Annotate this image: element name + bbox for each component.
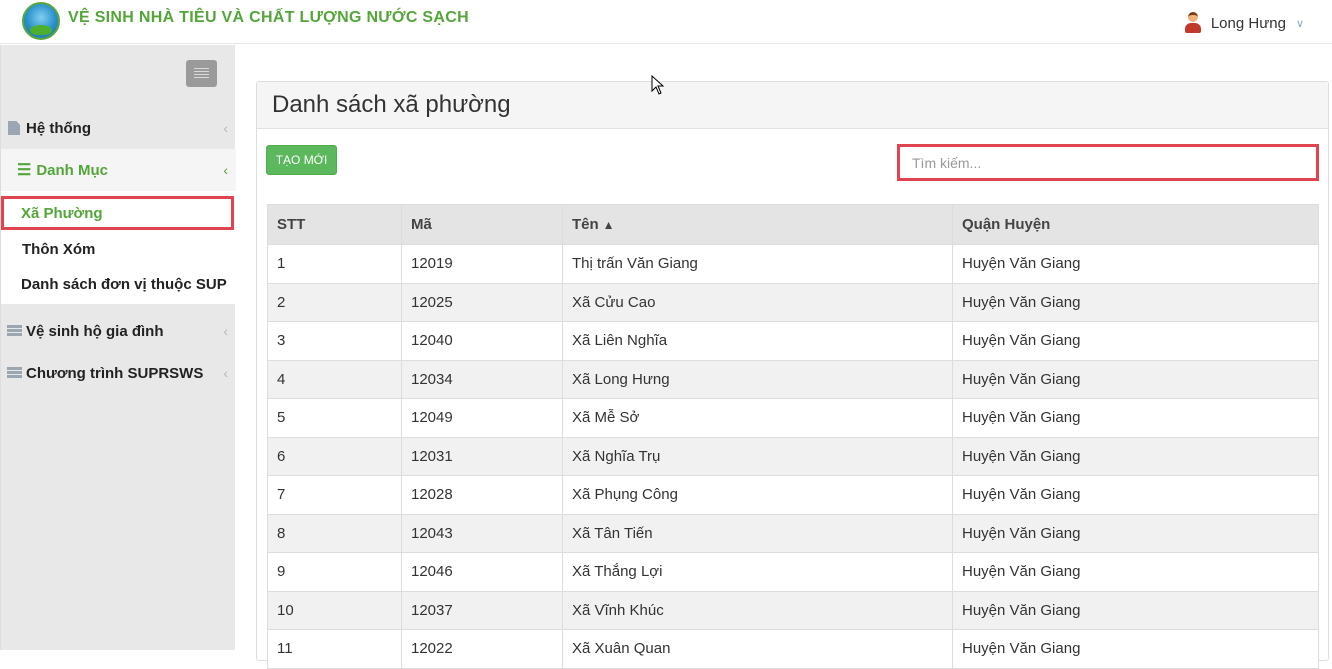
cell-quan-huyen: Huyện Văn Giang bbox=[952, 475, 1319, 515]
cell-ten: Xã Thắng Lợi bbox=[562, 552, 953, 592]
submenu-item-xa-phuong[interactable]: Xã Phường bbox=[1, 196, 234, 230]
app-title[interactable]: VỆ SINH NHÀ TIÊU VÀ CHẤT LƯỢNG NƯỚC SẠCH bbox=[68, 9, 469, 27]
cell-stt: 1 bbox=[267, 244, 402, 284]
sidebar-item-he-thong[interactable]: Hệ thống ‹ bbox=[1, 108, 236, 148]
cell-ten: Xã Xuân Quan bbox=[562, 629, 953, 669]
submenu-item-thon-xom[interactable]: Thôn Xóm bbox=[1, 232, 236, 266]
ward-table: STT Mã Tên ▲ Quận Huyện 1 12019 Thị trấn Vă… bbox=[267, 204, 1319, 669]
cell-ten: Xã Vĩnh Khúc bbox=[562, 590, 953, 630]
cell-ma: 12043 bbox=[401, 513, 563, 553]
submenu-item-don-vi-sup[interactable]: Danh sách đơn vị thuộc SUP bbox=[1, 267, 236, 301]
column-header-ten[interactable]: Tên ▲ bbox=[562, 204, 953, 245]
cell-ten: Xã Tân Tiến bbox=[562, 513, 953, 553]
server-icon bbox=[7, 367, 22, 379]
cell-ma: 12046 bbox=[401, 552, 563, 592]
panel-header: Danh sách xã phường bbox=[257, 82, 1328, 129]
cell-quan-huyen: Huyện Văn Giang bbox=[952, 321, 1319, 361]
cell-stt: 3 bbox=[267, 321, 402, 361]
cell-ma: 12037 bbox=[401, 590, 563, 630]
page-title: Danh sách xã phường bbox=[272, 91, 511, 118]
cell-ma: 12049 bbox=[401, 398, 563, 438]
user-avatar-icon bbox=[1183, 12, 1203, 34]
cell-stt: 5 bbox=[267, 398, 402, 438]
table-row[interactable]: 7 12028 Xã Phụng Công Huyện Văn Giang bbox=[267, 475, 1319, 515]
table-row[interactable]: 4 12034 Xã Long Hưng Huyện Văn Giang bbox=[267, 359, 1319, 399]
table-row[interactable]: 11 12022 Xã Xuân Quan Huyện Văn Giang bbox=[267, 629, 1319, 669]
cell-ma: 12040 bbox=[401, 321, 563, 361]
chevron-left-icon: ‹ bbox=[223, 162, 228, 178]
table-row[interactable]: 8 12043 Xã Tân Tiến Huyện Văn Giang bbox=[267, 513, 1319, 553]
cell-ten: Xã Long Hưng bbox=[562, 359, 953, 399]
cell-ma: 12019 bbox=[401, 244, 563, 284]
cell-ten: Thị trấn Văn Giang bbox=[562, 244, 953, 284]
cell-quan-huyen: Huyện Văn Giang bbox=[952, 398, 1319, 438]
cell-ten: Xã Phụng Công bbox=[562, 475, 953, 515]
cell-quan-huyen: Huyện Văn Giang bbox=[952, 244, 1319, 284]
cell-ma: 12028 bbox=[401, 475, 563, 515]
cell-stt: 4 bbox=[267, 359, 402, 399]
table-row[interactable]: 5 12049 Xã Mễ Sở Huyện Văn Giang bbox=[267, 398, 1319, 438]
user-name[interactable]: Long Hưng bbox=[1211, 15, 1286, 32]
sort-ascending-icon: ▲ bbox=[602, 218, 615, 232]
table-body: 1 12019 Thị trấn Văn Giang Huyện Văn Giang 2… bbox=[267, 244, 1319, 669]
chevron-left-icon: ‹ bbox=[223, 365, 228, 381]
cell-quan-huyen: Huyện Văn Giang bbox=[952, 282, 1319, 322]
cell-ten: Xã Mễ Sở bbox=[562, 398, 953, 438]
cell-stt: 2 bbox=[267, 282, 402, 322]
table-header-row: STT Mã Tên ▲ Quận Huyện bbox=[267, 204, 1319, 245]
cell-stt: 8 bbox=[267, 513, 402, 553]
list-icon: ☰ bbox=[17, 162, 32, 179]
cell-ma: 12034 bbox=[401, 359, 563, 399]
submenu-danh-muc: Xã Phường Thôn Xóm Danh sách đơn vị thuộ… bbox=[1, 191, 236, 304]
cell-ma: 12022 bbox=[401, 629, 563, 669]
cell-ten: Xã Cửu Cao bbox=[562, 282, 953, 322]
app-logo[interactable] bbox=[22, 2, 60, 40]
sidebar: Hệ thống ‹ ☰ Danh Mục ‹ Xã Phường Thôn X… bbox=[0, 45, 236, 650]
cell-quan-huyen: Huyện Văn Giang bbox=[952, 436, 1319, 476]
column-header-stt[interactable]: STT bbox=[267, 204, 402, 245]
cell-quan-huyen: Huyện Văn Giang bbox=[952, 552, 1319, 592]
search-input[interactable] bbox=[897, 144, 1319, 181]
sidebar-toggle-button[interactable] bbox=[186, 60, 217, 87]
table-row[interactable]: 10 12037 Xã Vĩnh Khúc Huyện Văn Giang bbox=[267, 590, 1319, 630]
cell-stt: 10 bbox=[267, 590, 402, 630]
cell-stt: 9 bbox=[267, 552, 402, 592]
chevron-left-icon: ‹ bbox=[223, 120, 228, 136]
server-icon bbox=[7, 325, 22, 337]
cell-ten: Xã Liên Nghĩa bbox=[562, 321, 953, 361]
cell-ma: 12031 bbox=[401, 436, 563, 476]
cell-quan-huyen: Huyện Văn Giang bbox=[952, 590, 1319, 630]
sidebar-item-danh-muc[interactable]: ☰ Danh Mục ‹ bbox=[1, 149, 236, 191]
sidebar-item-label: Hệ thống bbox=[26, 119, 91, 137]
sidebar-item-ve-sinh-ho-gia-dinh[interactable]: Vệ sinh hộ gia đình ‹ bbox=[1, 311, 236, 351]
sidebar-item-chuong-trinh-suprsws[interactable]: Chương trình SUPRSWS ‹ bbox=[1, 353, 236, 393]
cell-stt: 6 bbox=[267, 436, 402, 476]
sidebar-item-label: Danh Mục bbox=[36, 161, 109, 179]
user-menu[interactable]: Long Hưng ∨ bbox=[1183, 12, 1304, 34]
cell-quan-huyen: Huyện Văn Giang bbox=[952, 359, 1319, 399]
table-row[interactable]: 2 12025 Xã Cửu Cao Huyện Văn Giang bbox=[267, 282, 1319, 322]
cell-ten: Xã Nghĩa Trụ bbox=[562, 436, 953, 476]
cell-stt: 7 bbox=[267, 475, 402, 515]
cell-quan-huyen: Huyện Văn Giang bbox=[952, 513, 1319, 553]
top-navbar: VỆ SINH NHÀ TIÊU VÀ CHẤT LƯỢNG NƯỚC SẠCH… bbox=[0, 0, 1332, 44]
content-panel: Danh sách xã phường TẠO MỚI STT Mã Tên▲ … bbox=[256, 81, 1329, 669]
cell-stt: 11 bbox=[267, 629, 402, 669]
table-row[interactable]: 1 12019 Thị trấn Văn Giang Huyện Văn Giang bbox=[267, 244, 1319, 284]
chevron-down-icon[interactable]: ∨ bbox=[1296, 17, 1304, 30]
file-icon bbox=[8, 121, 20, 135]
mouse-cursor-icon bbox=[651, 75, 665, 95]
column-header-quan-huyen[interactable]: Quận Huyện bbox=[952, 204, 1319, 245]
cell-quan-huyen: Huyện Văn Giang bbox=[952, 629, 1319, 669]
sidebar-item-label: Vệ sinh hộ gia đình bbox=[26, 322, 164, 340]
column-header-ma[interactable]: Mã bbox=[401, 204, 563, 245]
chevron-left-icon: ‹ bbox=[223, 323, 228, 339]
table-row[interactable]: 3 12040 Xã Liên Nghĩa Huyện Văn Giang bbox=[267, 321, 1319, 361]
create-new-button[interactable]: TẠO MỚI bbox=[266, 145, 337, 175]
table-row[interactable]: 6 12031 Xã Nghĩa Trụ Huyện Văn Giang bbox=[267, 436, 1319, 476]
sidebar-item-label: Chương trình SUPRSWS bbox=[26, 364, 204, 382]
cell-ma: 12025 bbox=[401, 282, 563, 322]
table-row[interactable]: 9 12046 Xã Thắng Lợi Huyện Văn Giang bbox=[267, 552, 1319, 592]
